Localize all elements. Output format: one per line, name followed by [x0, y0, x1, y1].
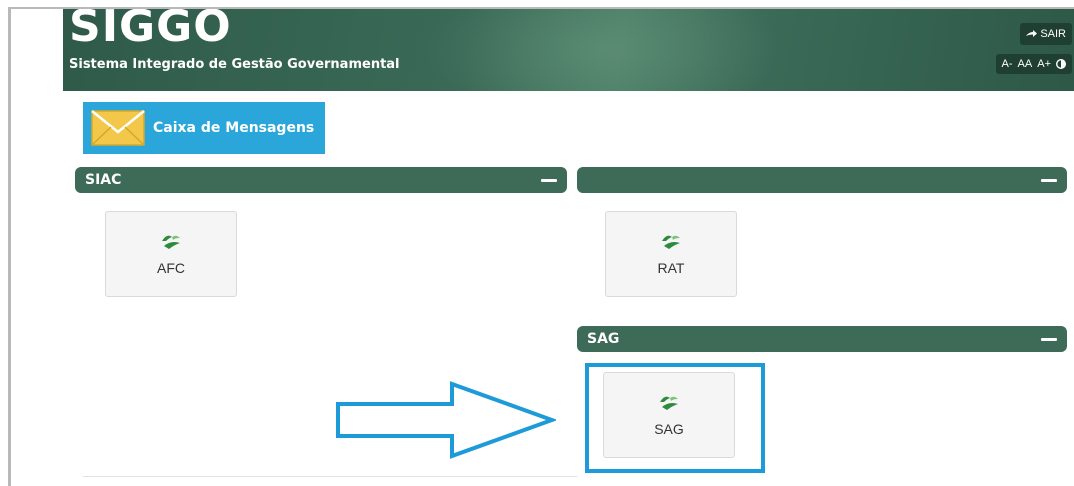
section-title: SAG — [587, 331, 620, 347]
app-logo-icon — [162, 235, 180, 249]
app-subtitle: Sistema Integrado de Gestão Governamenta… — [69, 57, 400, 72]
message-box-button[interactable]: Caixa de Mensagens — [83, 102, 325, 154]
divider — [83, 476, 577, 477]
envelope-icon — [91, 110, 145, 146]
tile-label: RAT — [657, 260, 685, 276]
logout-label: SAIR — [1040, 28, 1066, 40]
font-increase-button[interactable]: A+ — [1037, 58, 1051, 70]
collapse-icon[interactable] — [541, 178, 557, 182]
app-logo-icon — [662, 235, 680, 249]
font-decrease-button[interactable]: A- — [1002, 58, 1013, 70]
section-header — [577, 167, 1067, 193]
header-decoration — [423, 9, 783, 91]
arrow-right-icon — [336, 381, 556, 459]
contrast-icon[interactable] — [1056, 59, 1066, 69]
window-left-border — [8, 8, 11, 486]
font-reset-button[interactable]: AA — [1018, 58, 1033, 70]
section-title: SIAC — [85, 172, 122, 188]
tile-label: AFC — [157, 260, 185, 276]
tile-rat[interactable]: RAT — [605, 211, 737, 297]
section-header-siac: SIAC — [75, 167, 567, 193]
collapse-icon[interactable] — [1041, 178, 1057, 182]
app-header: SIGGO Sistema Integrado de Gestão Govern… — [63, 9, 1074, 91]
logout-button[interactable]: SAIR — [1020, 23, 1072, 45]
highlight-box — [585, 363, 765, 473]
message-box-label: Caixa de Mensagens — [153, 120, 315, 136]
font-size-controls: A- AA A+ — [995, 54, 1072, 74]
app-logo-text: SIGGO — [69, 9, 232, 52]
tile-afc[interactable]: AFC — [105, 211, 237, 297]
collapse-icon[interactable] — [1041, 337, 1057, 341]
section-header-sag: SAG — [577, 326, 1067, 352]
arrow-right-icon — [1026, 29, 1038, 37]
